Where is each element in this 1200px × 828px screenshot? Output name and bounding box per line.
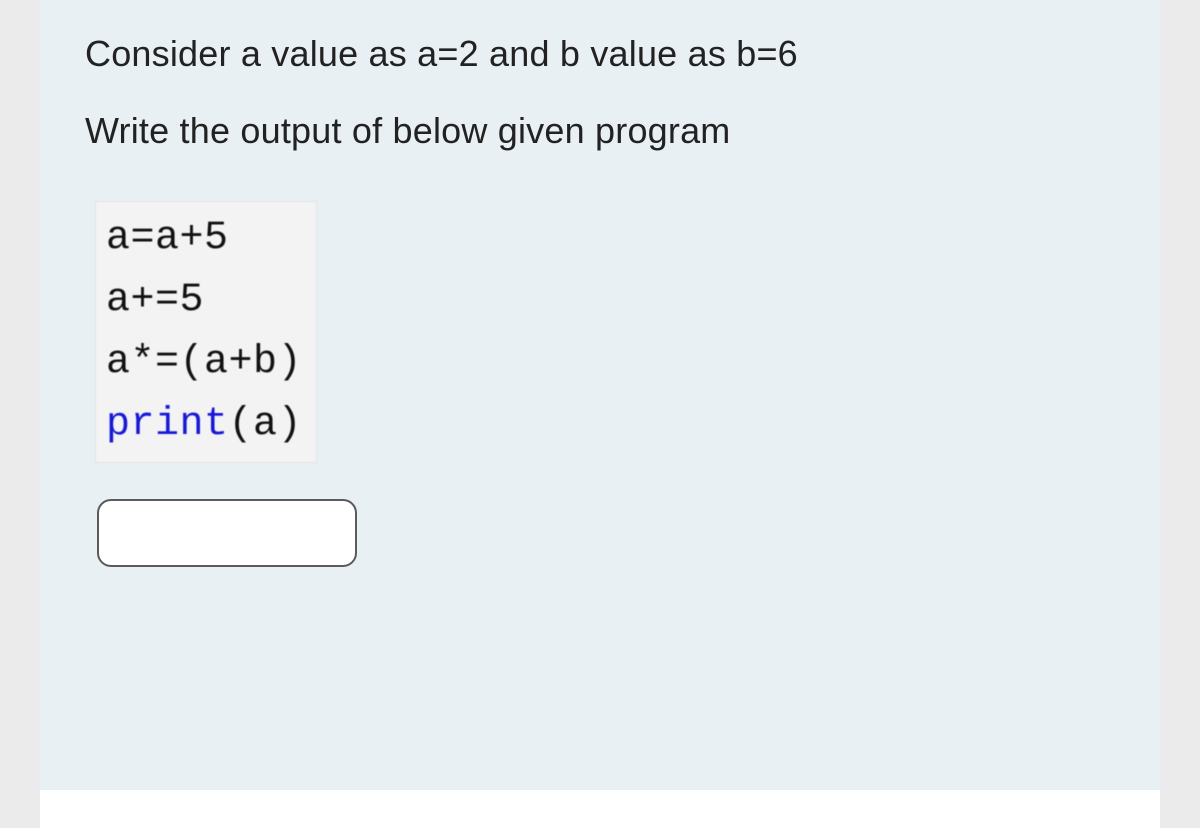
- code-line-1: a=a+5: [106, 208, 302, 270]
- question-line-2: Write the output of below given program: [85, 107, 1115, 156]
- code-line-3: a*=(a+b): [106, 332, 302, 394]
- code-line-2: a+=5: [106, 270, 302, 332]
- code-fn-arg: (a): [229, 402, 303, 447]
- answer-input[interactable]: [97, 499, 357, 567]
- bottom-strip: [40, 790, 1160, 828]
- code-block: a=a+5 a+=5 a*=(a+b) print(a): [95, 201, 317, 463]
- question-card: Consider a value as a=2 and b value as b…: [40, 0, 1160, 790]
- page-wrap: Consider a value as a=2 and b value as b…: [0, 0, 1200, 828]
- question-line-1: Consider a value as a=2 and b value as b…: [85, 30, 1115, 79]
- code-line-4: print(a): [106, 394, 302, 456]
- code-fn-print: print: [106, 402, 229, 447]
